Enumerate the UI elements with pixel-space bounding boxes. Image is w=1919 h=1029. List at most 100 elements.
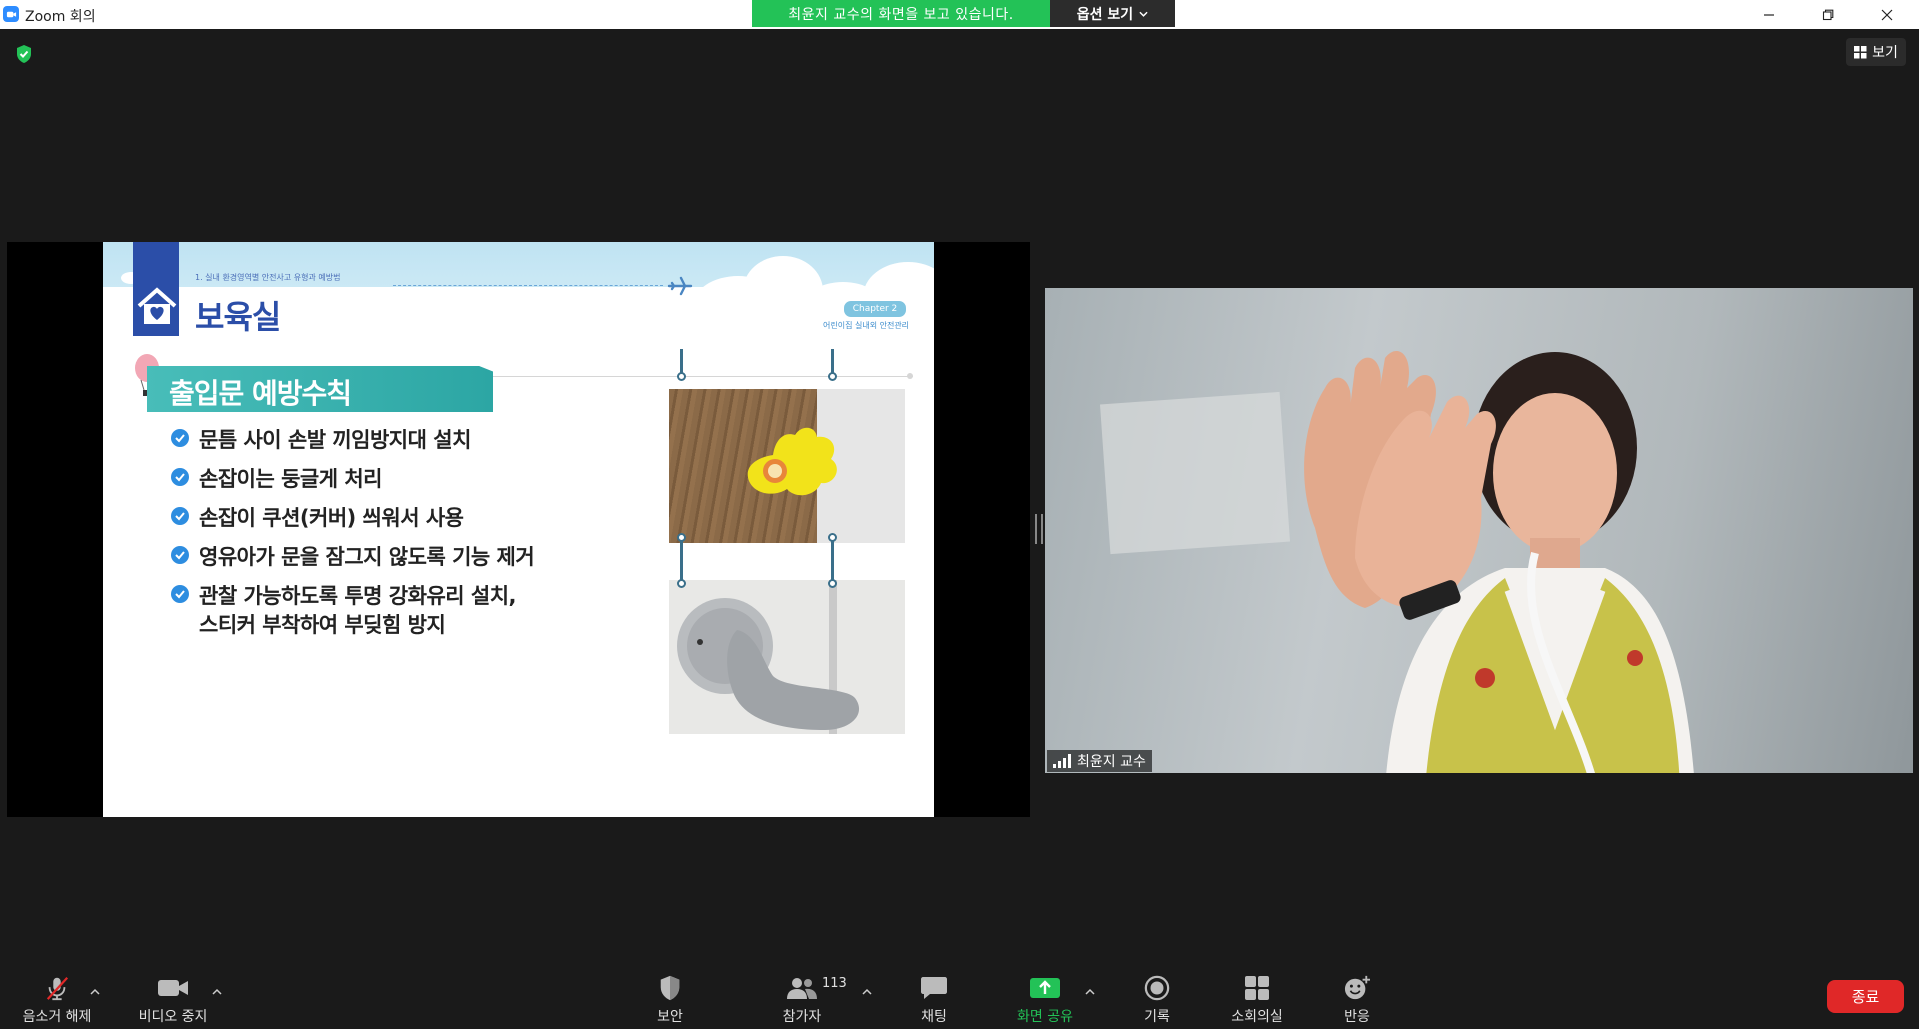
photo-hanger-pin xyxy=(677,533,686,542)
chevron-up-icon xyxy=(862,988,872,995)
reactions-button[interactable]: 반응 xyxy=(1327,964,1387,1029)
chat-icon-wrap xyxy=(920,974,948,1002)
finger-guard-photo xyxy=(669,389,905,543)
record-icon-wrap xyxy=(1143,974,1171,1002)
checkmark-icon xyxy=(171,546,189,564)
checkmark-icon xyxy=(171,468,189,486)
presentation-slide: 1. 실내 환경영역별 안전사고 유형과 예방법 보육실 Chapter 2 어… xyxy=(103,242,934,817)
participants-count: 113 xyxy=(822,976,847,991)
presenter-video-image xyxy=(1304,350,1694,773)
photo-hanger-pin xyxy=(828,533,837,542)
door-handle-photo xyxy=(669,580,905,734)
meeting-toolbar: 음소거 해제 비디오 중지 보안 참가자 113 채팅 화면 공유 기록 소회의… xyxy=(0,964,1919,1029)
share-screen-label: 화면 공유 xyxy=(1017,1009,1073,1025)
close-button[interactable] xyxy=(1862,0,1912,29)
photo-hanger-pin xyxy=(677,579,686,588)
list-item: 손잡이는 둥글게 처리 xyxy=(171,463,534,502)
unmute-button[interactable]: 음소거 해제 xyxy=(12,964,102,1029)
list-item: 문틈 사이 손발 끼임방지대 설치 xyxy=(171,424,534,463)
video-camera-icon xyxy=(158,980,188,996)
bullet-text: 손잡이는 둥글게 처리 xyxy=(199,467,383,491)
signal-strength-icon xyxy=(1053,754,1071,768)
chevron-down-icon xyxy=(1139,11,1148,17)
stop-video-button[interactable]: 비디오 중지 xyxy=(128,964,218,1029)
section-rule-end xyxy=(907,373,913,379)
participants-options-button[interactable] xyxy=(862,980,874,995)
airplane-icon xyxy=(667,276,693,296)
checkmark-icon xyxy=(171,507,189,525)
list-item: 손잡이 쿠션(커버) 씌워서 사용 xyxy=(171,502,534,541)
smiley-plus-icon xyxy=(1344,975,1370,1000)
breakout-rooms-button[interactable]: 소회의실 xyxy=(1217,964,1297,1029)
title-bar: Zoom 회의 최윤지 교수의 화면을 보고 있습니다. 옵션 보기 xyxy=(0,0,1919,29)
participants-icon-wrap xyxy=(786,974,818,1002)
security-shield-icon[interactable] xyxy=(14,44,34,64)
grid-view-icon xyxy=(1854,45,1867,58)
slide-breadcrumb: 1. 실내 환경영역별 안전사고 유형과 예방법 xyxy=(195,273,341,282)
participants-button[interactable]: 참가자 xyxy=(772,964,832,1029)
list-item: 영유아가 문을 잠그지 않도록 기능 제거 xyxy=(171,541,535,580)
unmute-label: 음소거 해제 xyxy=(22,1009,92,1025)
bullet-text: 관찰 가능하도록 투명 강화유리 설치, xyxy=(199,584,517,608)
participant-name-tag: 최윤지 교수 xyxy=(1047,750,1152,772)
share-options-button[interactable] xyxy=(1085,980,1097,995)
list-item: 관찰 가능하도록 투명 강화유리 설치, xyxy=(171,580,534,619)
section-title: 출입문 예방수칙 xyxy=(169,377,352,410)
zoom-logo-icon xyxy=(3,6,19,22)
people-icon xyxy=(787,978,817,999)
chapter-badge: Chapter 2 xyxy=(843,300,907,318)
audio-options-button[interactable] xyxy=(90,980,102,995)
security-label: 보안 xyxy=(657,1009,683,1025)
minimize-button[interactable] xyxy=(1744,0,1794,29)
window-title: Zoom 회의 xyxy=(25,9,96,25)
mic-icon-wrap xyxy=(43,974,71,1002)
bullet-text: 문틈 사이 손발 끼임방지대 설치 xyxy=(199,428,471,452)
viewing-share-text: 최윤지 교수의 화면을 보고 있습니다. xyxy=(752,0,1050,27)
participant-video-tile[interactable]: 최윤지 교수 xyxy=(1045,288,1913,773)
photo-hanger xyxy=(831,536,834,584)
record-icon xyxy=(1144,975,1170,1001)
video-icon-wrap xyxy=(157,974,189,1002)
photo-hanger-pin xyxy=(828,579,837,588)
chevron-up-icon xyxy=(1085,988,1095,995)
section-rule xyxy=(493,376,913,377)
shared-screen[interactable]: 1. 실내 환경영역별 안전사고 유형과 예방법 보육실 Chapter 2 어… xyxy=(7,242,1030,817)
minimize-icon xyxy=(1764,13,1774,16)
video-options-button[interactable] xyxy=(212,980,224,995)
chapter-subtitle: 어린이집 실내외 안전관리 xyxy=(823,321,910,330)
rounded-handle-image xyxy=(677,598,860,730)
security-icon-wrap xyxy=(658,974,682,1002)
view-mode-button[interactable]: 보기 xyxy=(1846,38,1906,66)
stop-video-label: 비디오 중지 xyxy=(138,1009,208,1025)
chat-bubble-icon xyxy=(921,977,947,999)
photo-hanger xyxy=(680,536,683,584)
restore-button[interactable] xyxy=(1803,0,1853,29)
chat-label: 채팅 xyxy=(921,1009,947,1025)
breakout-grid-icon xyxy=(1245,976,1269,1000)
view-options-button[interactable]: 옵션 보기 xyxy=(1050,0,1175,27)
view-mode-label: 보기 xyxy=(1872,45,1898,61)
house-heart-icon xyxy=(137,287,177,324)
panel-splitter-handle[interactable] xyxy=(1035,514,1043,544)
shield-icon xyxy=(660,975,680,1001)
photo-hanger-pin xyxy=(828,372,837,381)
restore-icon xyxy=(1822,9,1834,20)
screen-share-banner: 최윤지 교수의 화면을 보고 있습니다. 옵션 보기 xyxy=(752,0,1175,27)
bullet-text: 영유아가 문을 잠그지 않도록 기능 제거 xyxy=(199,545,535,569)
bear-finger-guard-image xyxy=(747,427,837,496)
slide-title: 보육실 xyxy=(195,298,281,336)
record-button[interactable]: 기록 xyxy=(1127,964,1187,1029)
chat-button[interactable]: 채팅 xyxy=(904,964,964,1029)
mic-muted-icon xyxy=(46,977,69,1001)
share-screen-button[interactable]: 화면 공유 xyxy=(1005,964,1085,1029)
participants-label: 참가자 xyxy=(782,1009,822,1025)
checkmark-icon xyxy=(171,429,189,447)
end-meeting-button[interactable]: 종료 xyxy=(1827,980,1904,1013)
record-label: 기록 xyxy=(1144,1009,1170,1025)
flight-path-line xyxy=(393,285,663,286)
breakout-rooms-label: 소회의실 xyxy=(1231,1009,1283,1025)
breakout-icon-wrap xyxy=(1244,974,1270,1002)
photo-hanger-pin xyxy=(677,372,686,381)
security-button[interactable]: 보안 xyxy=(640,964,700,1029)
share-screen-icon xyxy=(1030,978,1060,998)
